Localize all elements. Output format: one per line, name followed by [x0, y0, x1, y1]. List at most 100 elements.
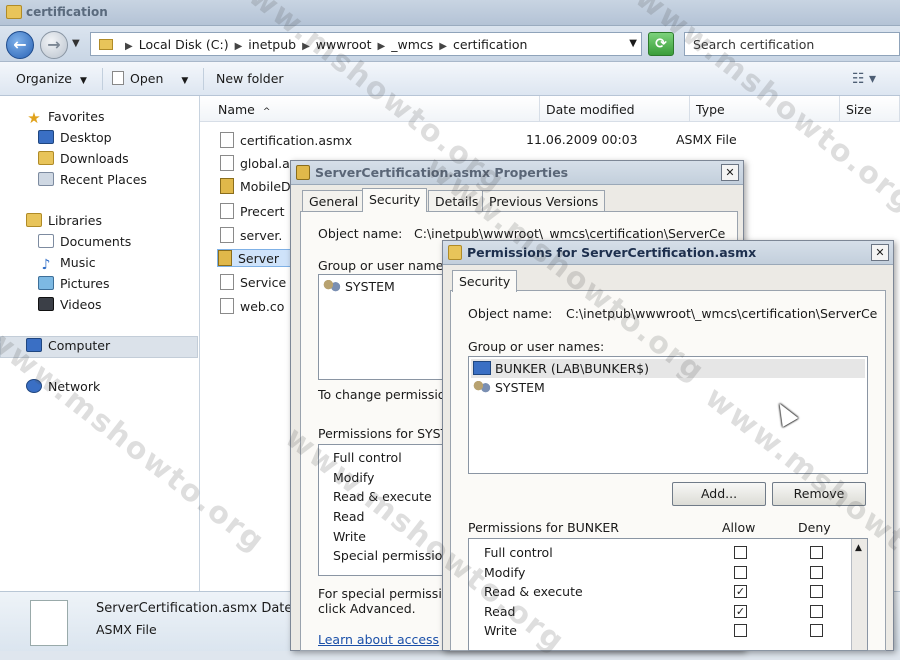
allow-checkbox[interactable] — [734, 624, 747, 637]
tab-permissions-security[interactable]: Security — [452, 270, 518, 292]
file-icon — [220, 298, 234, 314]
back-button[interactable]: ← — [6, 31, 34, 59]
user-row-system[interactable]: SYSTEM — [323, 279, 395, 294]
folder-icon — [448, 245, 462, 260]
deny-checkbox[interactable] — [810, 566, 823, 579]
folder-icon — [99, 39, 113, 50]
allow-column-label: Allow — [722, 520, 756, 535]
refresh-button[interactable]: ⟳ — [648, 32, 674, 56]
desktop-icon — [38, 130, 54, 144]
address-box[interactable]: ▶ Local Disk (C:) ▶ inetpub ▶ wwwroot ▶ _wmcs ▶ c… — [90, 32, 642, 56]
chevron-down-icon[interactable]: ▼ — [629, 38, 637, 49]
perm-user-list[interactable]: BUNKER (LAB\BUNKER$) SYSTEM — [468, 356, 868, 474]
forward-arrow-icon: → — [47, 35, 61, 54]
tab-general[interactable]: General — [302, 190, 366, 212]
perm-write: Write — [333, 529, 367, 544]
add-button[interactable]: Add... — [672, 482, 766, 506]
permissions-titlebar: Permissions for ServerCertification.asmx… — [443, 241, 893, 265]
file-icon — [112, 71, 124, 85]
permissions-title: Permissions for ServerCertification.asmx — [467, 245, 757, 260]
group-names-label: Group or user names — [318, 258, 450, 273]
column-header-date[interactable]: Date modified — [540, 96, 690, 122]
window-title: certification — [26, 5, 108, 19]
users-icon — [323, 279, 341, 293]
file-row[interactable]: Precert — [220, 203, 284, 219]
organize-button[interactable]: Organize ▼ — [16, 71, 87, 86]
videos-icon — [38, 297, 54, 311]
documents-icon — [38, 234, 54, 248]
file-row[interactable]: server. — [220, 227, 282, 243]
recent-places-icon — [38, 172, 54, 186]
user-list[interactable]: SYSTEM — [318, 274, 448, 380]
perm-special: Special permission — [333, 548, 451, 563]
file-row[interactable]: web.co — [220, 298, 284, 314]
scroll-up-icon[interactable]: ▲ — [855, 543, 862, 553]
perm-entry-name: Full control — [484, 545, 553, 560]
perm-read-execute: Read & execute — [333, 489, 432, 504]
computer-icon — [26, 338, 42, 352]
perm-object-name-value: C:\inetpub\wwwroot\_wmcs\certification\S… — [566, 306, 878, 321]
allow-checkbox[interactable] — [734, 546, 747, 559]
libraries-icon — [26, 213, 42, 227]
nav-documents[interactable]: Documents — [38, 234, 131, 249]
nav-network[interactable]: Network — [26, 379, 100, 394]
file-row[interactable]: Service — [220, 274, 286, 290]
nav-downloads[interactable]: Downloads — [38, 151, 129, 166]
search-input[interactable]: Search certification — [684, 32, 900, 56]
remove-button[interactable]: Remove — [772, 482, 866, 506]
close-button[interactable]: ✕ — [721, 164, 739, 181]
deny-checkbox[interactable] — [810, 585, 823, 598]
allow-checkbox[interactable]: ✓ — [734, 605, 747, 618]
crumb-wmcs[interactable]: _wmcs — [391, 37, 433, 52]
user-row-bunker[interactable]: BUNKER (LAB\BUNKER$) — [473, 361, 649, 376]
deny-checkbox[interactable] — [810, 624, 823, 637]
change-permissions-text: To change permissio — [318, 387, 446, 402]
crumb-wwwroot[interactable]: wwwroot — [316, 37, 372, 52]
learn-access-link[interactable]: Learn about access — [318, 632, 439, 647]
perm-modify: Modify — [333, 470, 375, 485]
window-titlebar: certification — [0, 0, 900, 26]
nav-desktop[interactable]: Desktop — [38, 130, 112, 145]
tab-security[interactable]: Security — [362, 188, 428, 212]
nav-favorites[interactable]: ★ Favorites — [26, 109, 104, 126]
nav-pictures[interactable]: Pictures — [38, 276, 110, 291]
file-row[interactable]: MobileD — [220, 178, 291, 194]
allow-checkbox[interactable]: ✓ — [734, 585, 747, 598]
music-icon: ♪ — [41, 257, 51, 273]
crumb-inetpub[interactable]: inetpub — [248, 37, 296, 52]
file-row[interactable]: global.a — [220, 155, 290, 171]
history-dropdown-icon[interactable]: ▼ — [72, 38, 80, 49]
perm-entry-name: Write — [484, 623, 518, 638]
close-button[interactable]: ✕ — [871, 244, 889, 261]
column-header-size[interactable]: Size — [840, 96, 900, 122]
navigation-pane: ★ Favorites Desktop Downloads Recent Plac… — [0, 96, 200, 591]
user-row-system[interactable]: SYSTEM — [473, 380, 545, 395]
file-row[interactable]: certification.asmx 11.06.2009 00:03 ASMX… — [220, 132, 737, 148]
tab-details[interactable]: Details — [428, 190, 486, 212]
column-header-name[interactable]: Name ^ — [200, 96, 540, 122]
nav-recent-places[interactable]: Recent Places — [38, 172, 147, 187]
crumb-certification[interactable]: certification — [453, 37, 527, 52]
lock-icon — [296, 165, 310, 180]
folder-icon — [6, 5, 22, 19]
nav-videos[interactable]: Videos — [38, 297, 102, 312]
lock-icon — [220, 178, 234, 194]
nav-music[interactable]: ♪ Music — [38, 255, 96, 272]
scrollbar[interactable]: ▲ — [851, 539, 867, 650]
forward-button[interactable]: → — [40, 31, 68, 59]
column-header-type[interactable]: Type — [690, 96, 840, 122]
perm-entry-name: Read — [484, 604, 516, 619]
open-button[interactable]: Open ▼ — [112, 71, 188, 86]
click-advanced-text: click Advanced. — [318, 601, 416, 616]
allow-checkbox[interactable] — [734, 566, 747, 579]
nav-computer[interactable]: Computer — [26, 338, 110, 353]
deny-checkbox[interactable] — [810, 546, 823, 559]
tab-previous-versions[interactable]: Previous Versions — [482, 190, 606, 212]
views-icon[interactable]: ☷ ▾ — [852, 71, 876, 87]
crumb-local-disk[interactable]: Local Disk (C:) — [139, 37, 229, 52]
pictures-icon — [38, 276, 54, 290]
chevron-down-icon: ▼ — [80, 76, 87, 86]
deny-checkbox[interactable] — [810, 605, 823, 618]
nav-libraries[interactable]: Libraries — [26, 213, 102, 228]
new-folder-button[interactable]: New folder — [216, 71, 284, 86]
